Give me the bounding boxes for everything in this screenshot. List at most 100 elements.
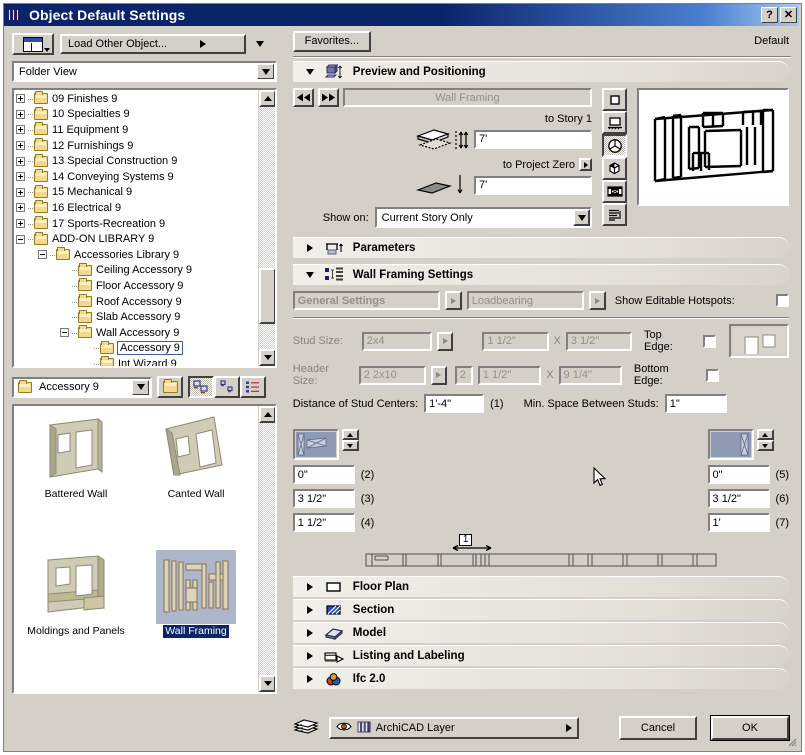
small-icons-button[interactable] — [214, 376, 240, 398]
tree-item[interactable]: ··· Floor Accessory 9 — [14, 278, 258, 294]
tree-item[interactable]: ··· 12 Furnishings 9 — [14, 138, 258, 154]
2d-symbol-view-button[interactable] — [602, 88, 627, 111]
tree-item[interactable]: ··· ADD-ON LIBRARY 9 — [14, 231, 258, 247]
scroll-up-button[interactable] — [259, 90, 275, 107]
object-thumbnail[interactable]: Battered Wall — [16, 412, 136, 549]
tree-item[interactable]: ··· Int.Wizard 9 — [14, 356, 258, 366]
spinner-down-button[interactable] — [341, 440, 359, 451]
previous-object-button[interactable] — [292, 88, 314, 107]
tree-item[interactable]: ··· 10 Specialties 9 — [14, 106, 258, 123]
object-thumbnail[interactable]: Moldings and Panels — [16, 549, 136, 686]
section-header-floor-plan[interactable]: Floor Plan — [292, 576, 789, 597]
tree-item[interactable]: ··· 13 Special Construction 9 — [14, 153, 258, 169]
right-end-spinner[interactable] — [756, 429, 774, 460]
expand-icon[interactable] — [16, 219, 25, 229]
stud-parameter-field-3[interactable]: 3 1/2" — [292, 489, 355, 508]
section-header-parameters[interactable]: Parameters — [292, 237, 789, 258]
archicad-layer-button[interactable]: ArchiCAD Layer — [328, 717, 579, 739]
stud-parameter-field-6[interactable]: 3 1/2" — [707, 489, 770, 508]
dropdown-arrow-button[interactable] — [257, 64, 274, 79]
axonometric-view-button[interactable] — [602, 157, 627, 180]
scroll-thumb[interactable] — [259, 268, 275, 324]
expand-icon[interactable] — [16, 125, 25, 135]
help-button[interactable]: ? — [761, 7, 778, 23]
tree-scrollbar[interactable] — [258, 90, 275, 366]
scroll-down-button[interactable] — [259, 349, 275, 366]
section-header-section[interactable]: Section — [292, 599, 789, 620]
object-browser-button[interactable] — [12, 33, 54, 55]
collapse-icon[interactable] — [38, 250, 47, 260]
list-view-button[interactable] — [602, 203, 627, 226]
cancel-button[interactable]: Cancel — [619, 716, 697, 740]
pane-collapse-button[interactable] — [252, 34, 268, 54]
section-header-listing-and-labeling[interactable]: Listing and Labeling — [292, 645, 789, 666]
section-header-preview-positioning[interactable]: Preview and Positioning — [292, 61, 789, 82]
tree-item[interactable]: ··· Accessory 9 — [14, 340, 258, 357]
grid-scrollbar[interactable] — [258, 406, 275, 692]
expand-icon[interactable] — [16, 141, 25, 151]
tree-item[interactable]: ··· Ceiling Accessory 9 — [14, 262, 258, 279]
expand-icon[interactable] — [16, 156, 25, 166]
top-edge-checkbox[interactable] — [703, 334, 716, 348]
spinner-up-button[interactable] — [756, 429, 774, 440]
tree-item[interactable]: ··· 16 Electrical 9 — [14, 200, 258, 216]
object-3d-preview[interactable] — [637, 88, 789, 206]
spinner-down-button[interactable] — [756, 440, 774, 451]
favorites-button[interactable]: Favorites... — [292, 30, 371, 52]
large-icons-button[interactable] — [188, 376, 214, 398]
scroll-up-button[interactable] — [259, 406, 275, 423]
collapse-icon[interactable] — [60, 328, 69, 338]
to-project-zero-value-field[interactable]: 7' — [474, 175, 592, 195]
tree-item[interactable]: ··· Roof Accessory 9 — [14, 294, 258, 310]
tree-item[interactable]: ··· 09 Finishes 9 — [14, 91, 258, 107]
3d-view-button[interactable] — [602, 134, 627, 157]
resize-grip[interactable] — [785, 735, 797, 747]
current-folder-dropdown[interactable]: Accessory 9 — [12, 376, 152, 398]
min-space-between-studs-field[interactable]: 1" — [664, 394, 727, 413]
ok-button[interactable]: OK — [711, 716, 789, 740]
show-on-dropdown[interactable]: Current Story Only — [374, 207, 592, 228]
tree-item[interactable]: ··· 14 Conveying Systems 9 — [14, 169, 258, 185]
tree-item[interactable]: ··· 11 Equipment 9 — [14, 122, 258, 138]
close-button[interactable]: ✕ — [780, 7, 797, 23]
next-object-button[interactable] — [317, 88, 339, 107]
distance-of-stud-centers-field[interactable]: 1'-4" — [424, 394, 485, 413]
library-tree[interactable]: ··· 09 Finishes 9 ··· 10 Specialties 9 ··· 11… — [12, 88, 277, 368]
expand-icon[interactable] — [16, 203, 25, 213]
dropdown-arrow-button[interactable] — [132, 379, 149, 395]
object-thumbnail[interactable]: Canted Wall — [136, 412, 256, 549]
elevation-view-button[interactable] — [602, 111, 627, 134]
object-thumbnail[interactable]: Wall Framing — [136, 549, 256, 686]
load-other-object-button[interactable]: Load Other Object... — [60, 34, 246, 54]
view-mode-dropdown[interactable]: Folder View — [12, 61, 277, 82]
expand-icon[interactable] — [16, 109, 25, 119]
section-header-wall-framing-settings[interactable]: Wall Framing Settings — [292, 264, 789, 285]
list-view-button[interactable] — [240, 376, 266, 398]
expand-icon[interactable] — [16, 172, 25, 182]
tree-item[interactable]: ··· 17 Sports-Recreation 9 — [14, 216, 258, 232]
expand-icon[interactable] — [16, 94, 25, 104]
folder-up-button[interactable] — [157, 376, 183, 398]
stud-parameter-field-4[interactable]: 1 1/2" — [292, 513, 355, 532]
scroll-down-button[interactable] — [259, 675, 275, 692]
to-story-value-field[interactable]: 7' — [474, 129, 592, 149]
dropdown-arrow-button[interactable] — [573, 209, 590, 226]
stud-parameter-field-2[interactable]: 0" — [292, 465, 355, 484]
expand-icon[interactable] — [16, 187, 25, 197]
bottom-edge-checkbox[interactable] — [706, 368, 719, 382]
film-view-button[interactable] — [602, 180, 627, 203]
stud-parameter-field-5[interactable]: 0" — [707, 465, 770, 484]
tree-item[interactable]: ··· Wall Accessory 9 — [14, 325, 258, 341]
object-thumbnail-grid[interactable]: Battered Wall Canted Wall Moldings and Pan… — [12, 404, 277, 694]
stud-parameter-field-7[interactable]: 1' — [707, 513, 770, 532]
tree-item[interactable]: ··· 15 Mechanical 9 — [14, 184, 258, 201]
left-end-spinner[interactable] — [341, 429, 359, 460]
spinner-up-button[interactable] — [341, 429, 359, 440]
collapse-icon[interactable] — [16, 234, 25, 244]
section-header-ifc-2-0[interactable]: Ifc 2.0 — [292, 668, 789, 689]
titlebar[interactable]: Object Default Settings ? ✕ — [4, 4, 799, 26]
tree-item[interactable]: ··· Slab Accessory 9 — [14, 309, 258, 325]
tree-item[interactable]: ··· Accessories Library 9 — [14, 247, 258, 263]
show-editable-hotspots-checkbox[interactable] — [776, 294, 789, 307]
project-zero-options-button[interactable] — [579, 158, 592, 171]
